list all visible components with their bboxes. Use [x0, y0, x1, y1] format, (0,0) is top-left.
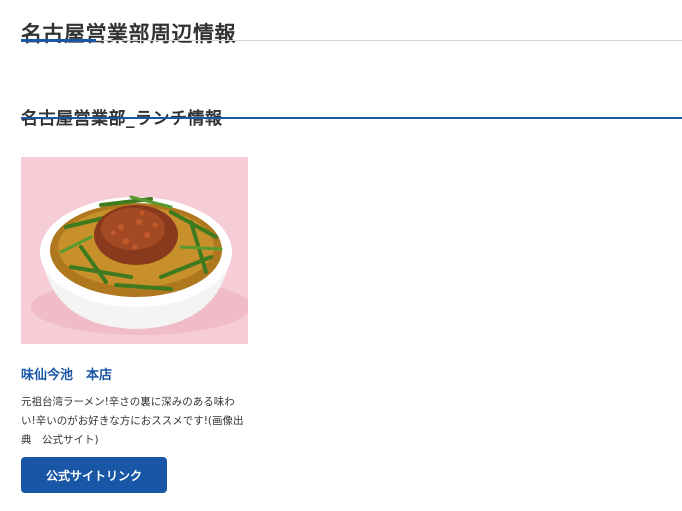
- lunch-card: [21, 157, 248, 344]
- title-divider: [21, 40, 682, 41]
- ramen-photo: [21, 157, 248, 344]
- section-divider: [21, 117, 682, 119]
- store-name: 味仙今池 本店: [21, 368, 113, 383]
- store-description: 元祖台湾ラーメン!辛さの裏に深みのある味わい!辛いのがお好きな方におススメです!…: [21, 396, 244, 446]
- official-site-link-button[interactable]: 公式サイトリンク: [21, 457, 167, 493]
- title-accent-bar: [21, 39, 96, 42]
- page-title: 名古屋営業部周辺情報: [21, 22, 236, 47]
